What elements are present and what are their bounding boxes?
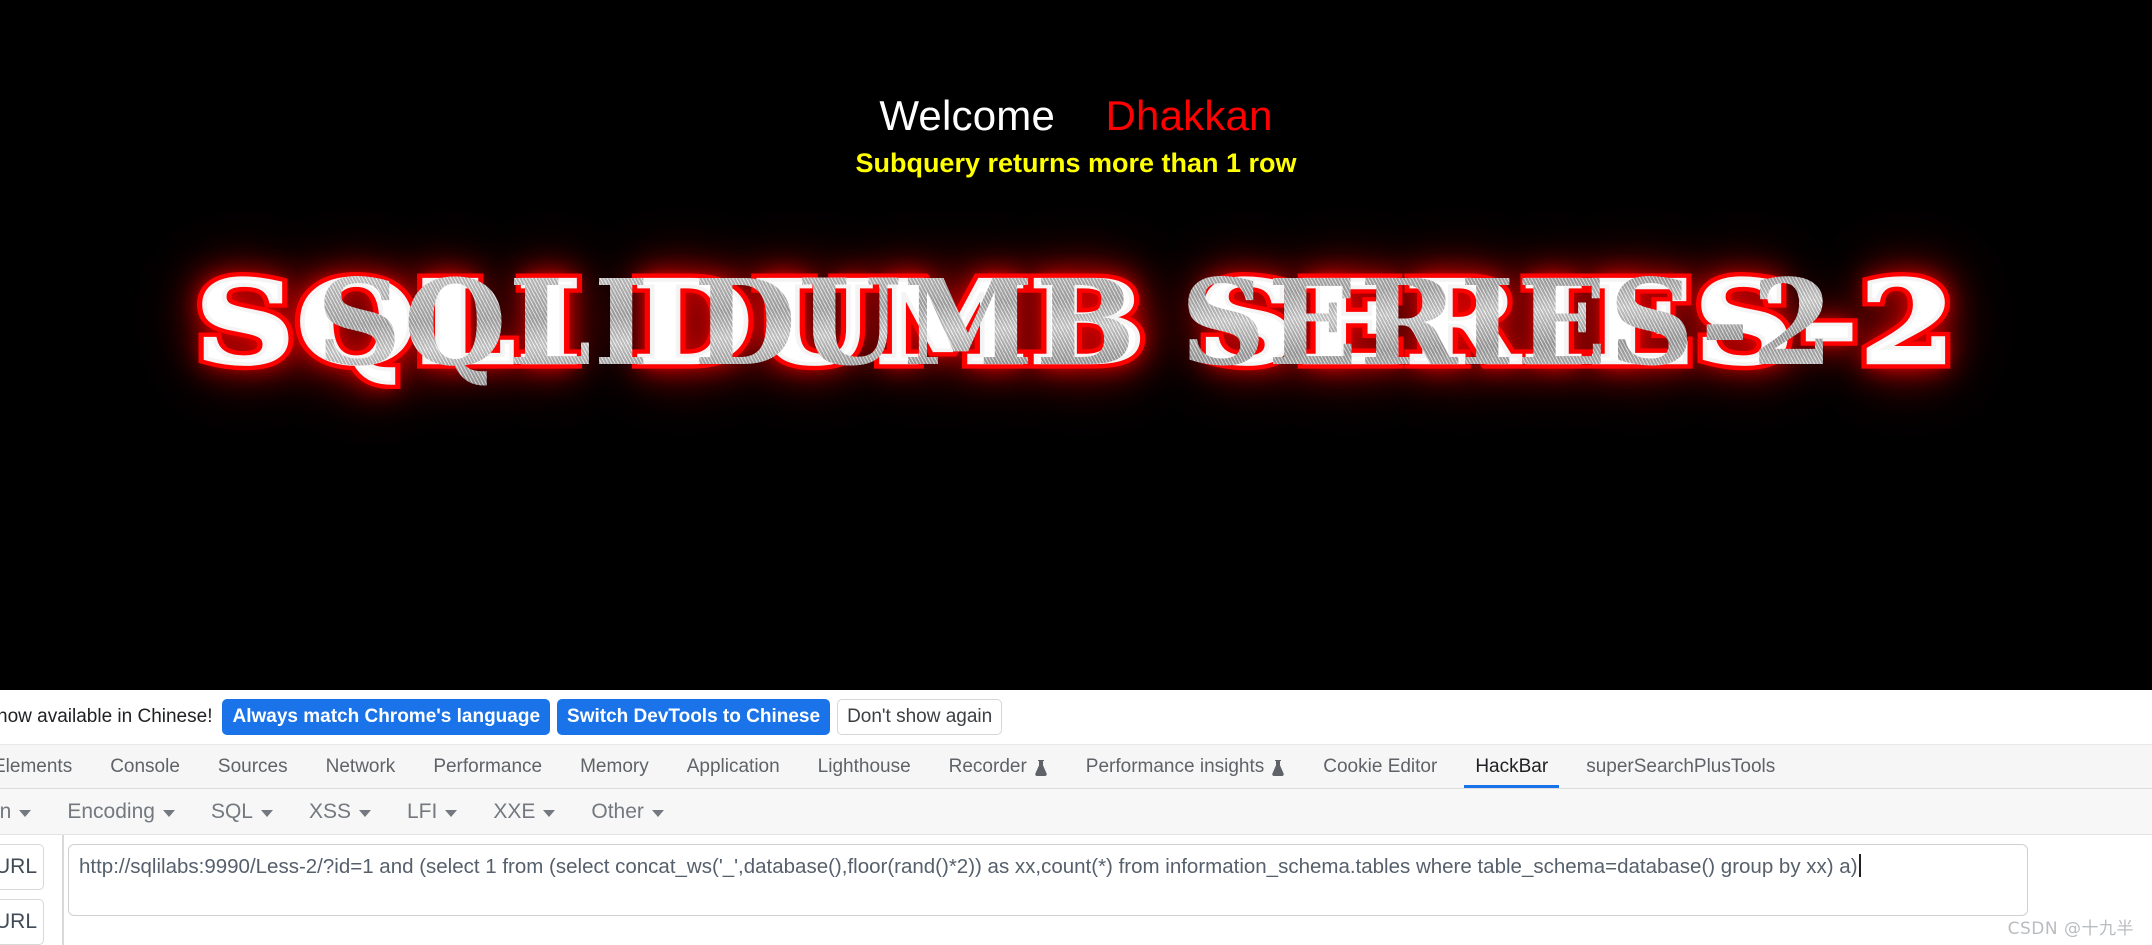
flask-icon <box>1271 759 1285 777</box>
hackbar-body: URL URL http://sqlilabs:9990/Less-2/?id=… <box>0 835 2152 945</box>
tab-console[interactable]: Console <box>91 745 199 788</box>
chevron-down-icon <box>543 810 556 817</box>
tab-sources[interactable]: Sources <box>199 745 307 788</box>
language-banner-message: is now available in Chinese! <box>0 706 213 727</box>
url-row-label-button-secondary[interactable]: URL <box>0 899 44 945</box>
tab-label: Cookie Editor <box>1323 755 1438 777</box>
hackbar-menu-encoding[interactable]: Encoding <box>49 800 193 824</box>
chevron-down-icon <box>359 810 371 817</box>
hackbar-menu-xxe[interactable]: XXE <box>475 800 573 824</box>
hackbar-menu-lfi[interactable]: LFI <box>389 800 475 824</box>
hackbar-menu-xss[interactable]: XSS <box>291 800 389 824</box>
tab-label: Performance <box>433 755 543 777</box>
tab-label: superSearchPlusTools <box>1586 755 1776 777</box>
chevron-down-icon <box>445 810 458 817</box>
tab-label: Elements <box>0 755 73 777</box>
logo-face-layer: SQLI DUMB SERIES-2 <box>316 253 1836 392</box>
chevron-down-icon <box>260 810 273 817</box>
welcome-username: Dhakkan <box>1105 92 1273 139</box>
tab-network[interactable]: Network <box>307 745 415 788</box>
hackbar-toolbar: on Encoding SQL XSS LFI XXE <box>0 789 2152 835</box>
csdn-watermark: CSDN @十九半 <box>2007 919 2134 939</box>
tab-label: HackBar <box>1475 755 1549 777</box>
hackbar-menu-other[interactable]: Other <box>573 800 682 824</box>
screen-root: Welcome Dhakkan Subquery returns more th… <box>0 0 2152 945</box>
tab-label: Sources <box>217 755 288 777</box>
tab-supersearchplustools[interactable]: superSearchPlusTools <box>1567 745 1794 788</box>
hackbar-field-area: http://sqlilabs:9990/Less-2/?id=1 and (s… <box>42 835 2152 945</box>
menu-label: XXE <box>493 799 536 823</box>
tab-label: Lighthouse <box>817 755 911 777</box>
sql-error-message: Subquery returns more than 1 row <box>855 148 1297 178</box>
tab-label: Network <box>325 755 396 777</box>
hackbar-menu-execution[interactable]: on <box>0 800 49 824</box>
logo-stack: SQLI DUMB SERIES-2 SQLI DUMB SERIES-2 SQ… <box>187 253 1962 392</box>
chevron-down-icon <box>162 810 175 817</box>
chevron-down-icon <box>651 810 664 817</box>
devtools-panel: is now available in Chinese! Always matc… <box>0 690 2152 945</box>
tab-label: Application <box>686 755 780 777</box>
tab-hackbar[interactable]: HackBar <box>1456 745 1567 788</box>
tab-memory[interactable]: Memory <box>561 745 668 788</box>
always-match-chrome-language-button[interactable]: Always match Chrome's language <box>222 699 551 735</box>
tab-performance[interactable]: Performance <box>414 745 561 788</box>
hackbar-row-labels: URL URL <box>0 835 44 945</box>
tab-label: Console <box>110 755 180 777</box>
tab-lighthouse[interactable]: Lighthouse <box>799 745 930 788</box>
switch-devtools-to-chinese-button[interactable]: Switch DevTools to Chinese <box>557 699 831 735</box>
tab-label: Recorder <box>948 755 1027 777</box>
tab-application[interactable]: Application <box>668 745 799 788</box>
tab-cookie-editor[interactable]: Cookie Editor <box>1304 745 1456 788</box>
welcome-label: Welcome <box>879 92 1056 139</box>
menu-label: Encoding <box>67 799 155 823</box>
chevron-down-icon <box>19 810 32 817</box>
menu-label: XSS <box>308 799 351 823</box>
tab-label: Performance insights <box>1085 755 1265 777</box>
tab-label: Memory <box>580 755 649 777</box>
menu-label: LFI <box>407 799 438 823</box>
browser-page-viewport: Welcome Dhakkan Subquery returns more th… <box>0 0 2152 690</box>
flask-icon <box>1034 759 1048 777</box>
tab-recorder[interactable]: Recorder <box>930 745 1067 788</box>
url-input-value: http://sqlilabs:9990/Less-2/?id=1 and (s… <box>79 855 1858 878</box>
welcome-heading: Welcome Dhakkan <box>0 92 2152 140</box>
tab-performance-insights[interactable]: Performance insights <box>1067 745 1304 788</box>
sqli-labs-logo: SQLI DUMB SERIES-2 SQLI DUMB SERIES-2 SQ… <box>0 253 2152 414</box>
hackbar-menu-sql[interactable]: SQL <box>193 800 291 824</box>
text-cursor <box>1858 854 1861 877</box>
url-row-label-button[interactable]: URL <box>0 844 44 890</box>
devtools-language-banner: is now available in Chinese! Always matc… <box>0 690 2152 745</box>
devtools-tab-strip: Elements Console Sources Network Perform… <box>0 745 2152 789</box>
menu-label: on <box>0 799 12 823</box>
tab-elements[interactable]: Elements <box>0 745 91 788</box>
url-input[interactable]: http://sqlilabs:9990/Less-2/?id=1 and (s… <box>68 844 2028 916</box>
dont-show-again-button[interactable]: Don't show again <box>837 699 1003 735</box>
menu-label: SQL <box>210 799 253 823</box>
menu-label: Other <box>591 799 644 823</box>
